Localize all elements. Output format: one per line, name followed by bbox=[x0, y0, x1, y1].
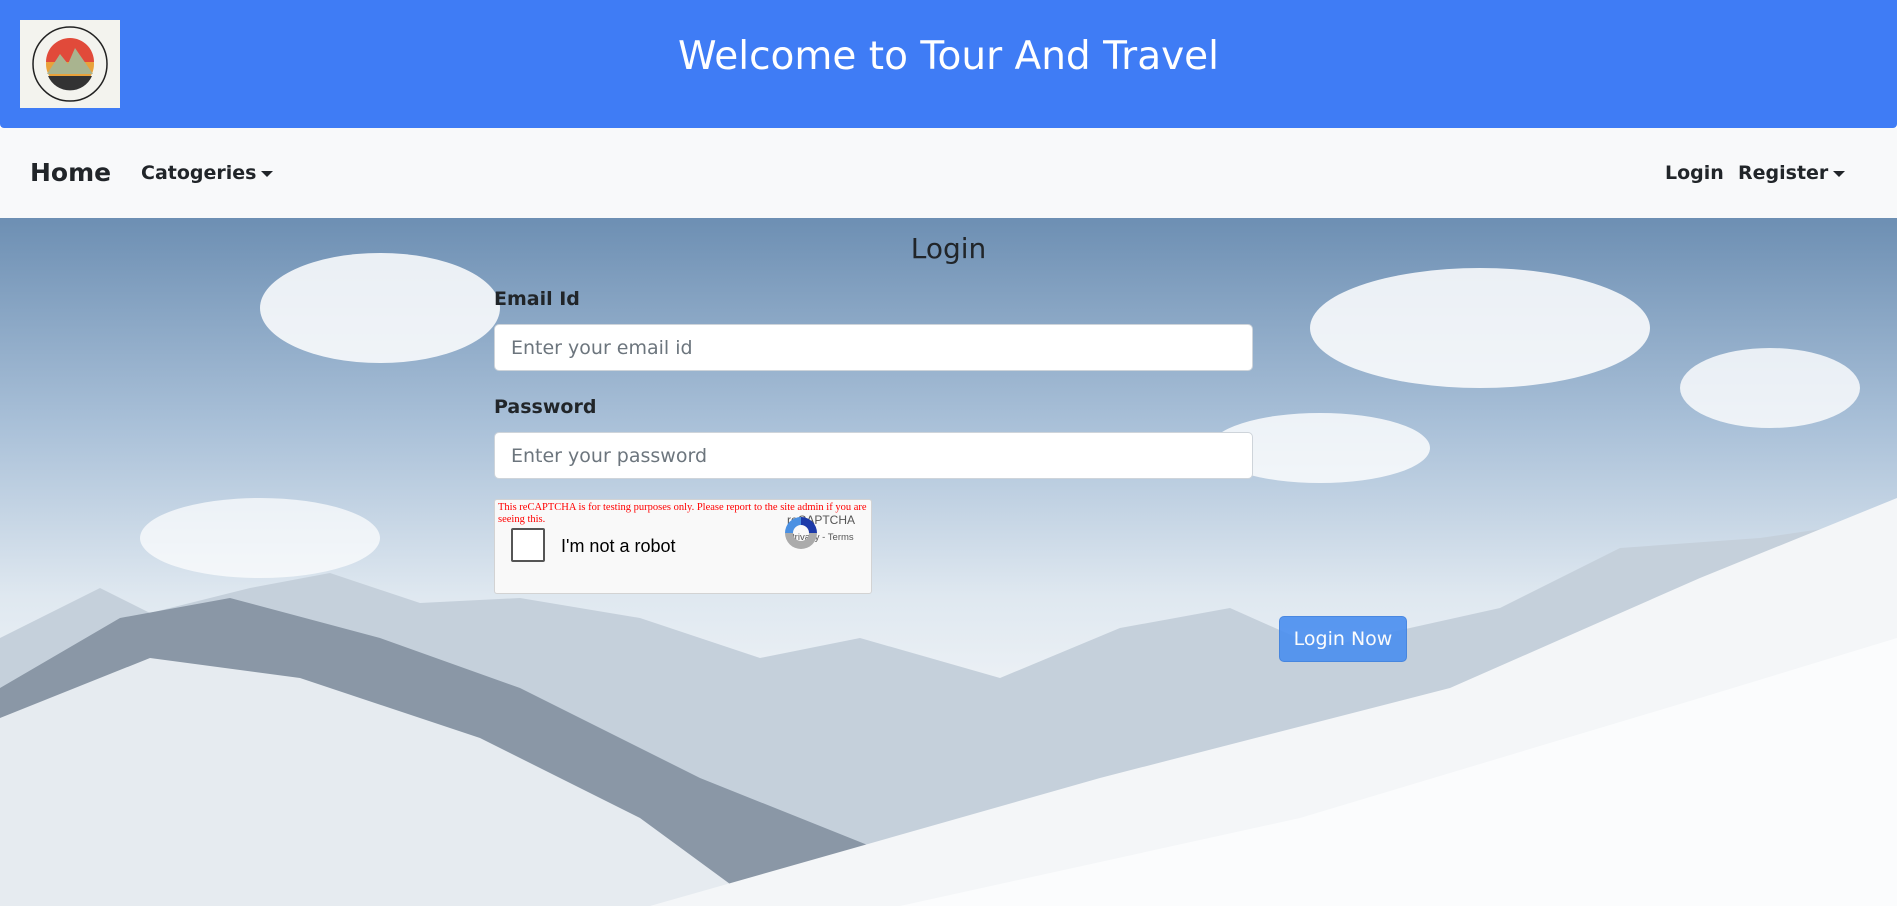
password-input[interactable] bbox=[494, 432, 1253, 479]
recaptcha-branding: reCAPTCHA Privacy - Terms bbox=[781, 513, 861, 549]
nav-register-dropdown[interactable]: Register bbox=[1738, 128, 1846, 218]
recaptcha-terms-link[interactable]: Terms bbox=[828, 532, 854, 543]
caret-down-icon bbox=[1833, 170, 1846, 177]
nav-categories-dropdown[interactable]: Catogeries bbox=[141, 128, 274, 218]
email-label: Email Id bbox=[494, 288, 580, 310]
password-label: Password bbox=[494, 396, 597, 418]
nav-login-link[interactable]: Login bbox=[1665, 128, 1724, 218]
page-title: Welcome to Tour And Travel bbox=[677, 34, 1220, 79]
login-now-button[interactable]: Login Now bbox=[1279, 616, 1407, 662]
site-header: Welcome to Tour And Travel bbox=[0, 0, 1897, 128]
hero-background: Login Email Id Password This reCAPTCHA i… bbox=[0, 218, 1897, 906]
nav-categories-label: Catogeries bbox=[141, 162, 257, 184]
login-heading: Login bbox=[910, 232, 987, 265]
recaptcha-label: I'm not a robot bbox=[561, 536, 676, 556]
email-input[interactable] bbox=[494, 324, 1253, 371]
mountain-landscape-image bbox=[0, 253, 1897, 906]
caret-down-icon bbox=[261, 170, 274, 177]
nav-home-link[interactable]: Home bbox=[30, 128, 111, 218]
recaptcha-widget: This reCAPTCHA is for testing purposes o… bbox=[494, 499, 872, 594]
recaptcha-checkbox[interactable] bbox=[511, 528, 545, 562]
nav-register-label: Register bbox=[1738, 162, 1829, 184]
recaptcha-logo-icon bbox=[785, 517, 817, 549]
navbar: Home Catogeries Login Register bbox=[0, 128, 1897, 218]
